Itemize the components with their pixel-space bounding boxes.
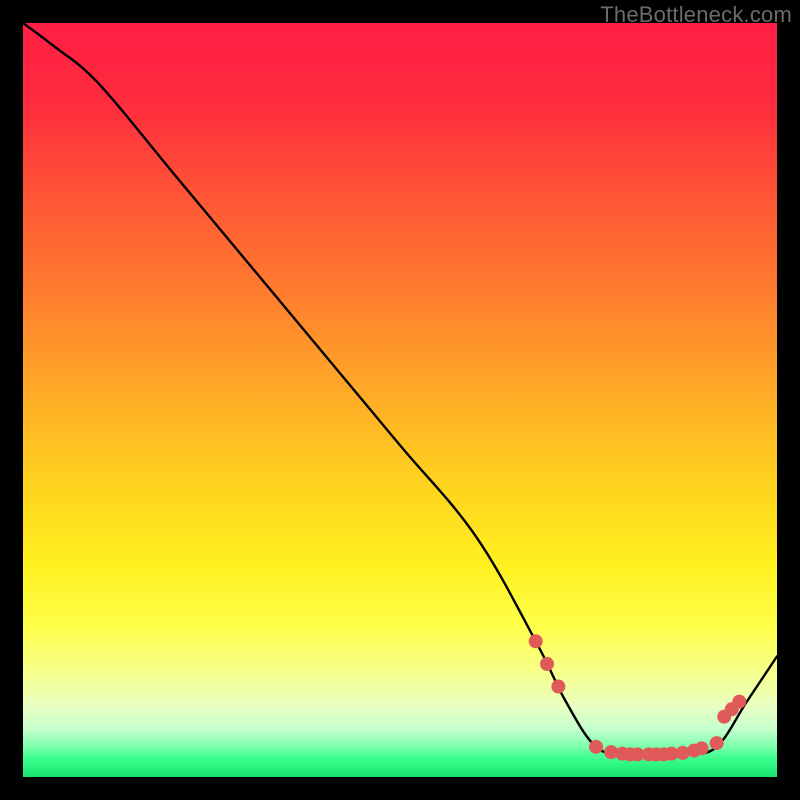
highlight-dot <box>529 634 543 648</box>
highlight-dot <box>589 740 603 754</box>
watermark-text: TheBottleneck.com <box>600 2 792 28</box>
highlight-dot <box>732 695 746 709</box>
highlight-dot <box>710 736 724 750</box>
bottleneck-curve <box>23 23 777 755</box>
plot-area <box>23 23 777 777</box>
highlight-dots <box>529 634 747 761</box>
highlight-dot <box>540 657 554 671</box>
highlight-dot <box>695 741 709 755</box>
chart-stage: TheBottleneck.com <box>0 0 800 800</box>
highlight-dot <box>551 680 565 694</box>
curve-layer <box>23 23 777 777</box>
